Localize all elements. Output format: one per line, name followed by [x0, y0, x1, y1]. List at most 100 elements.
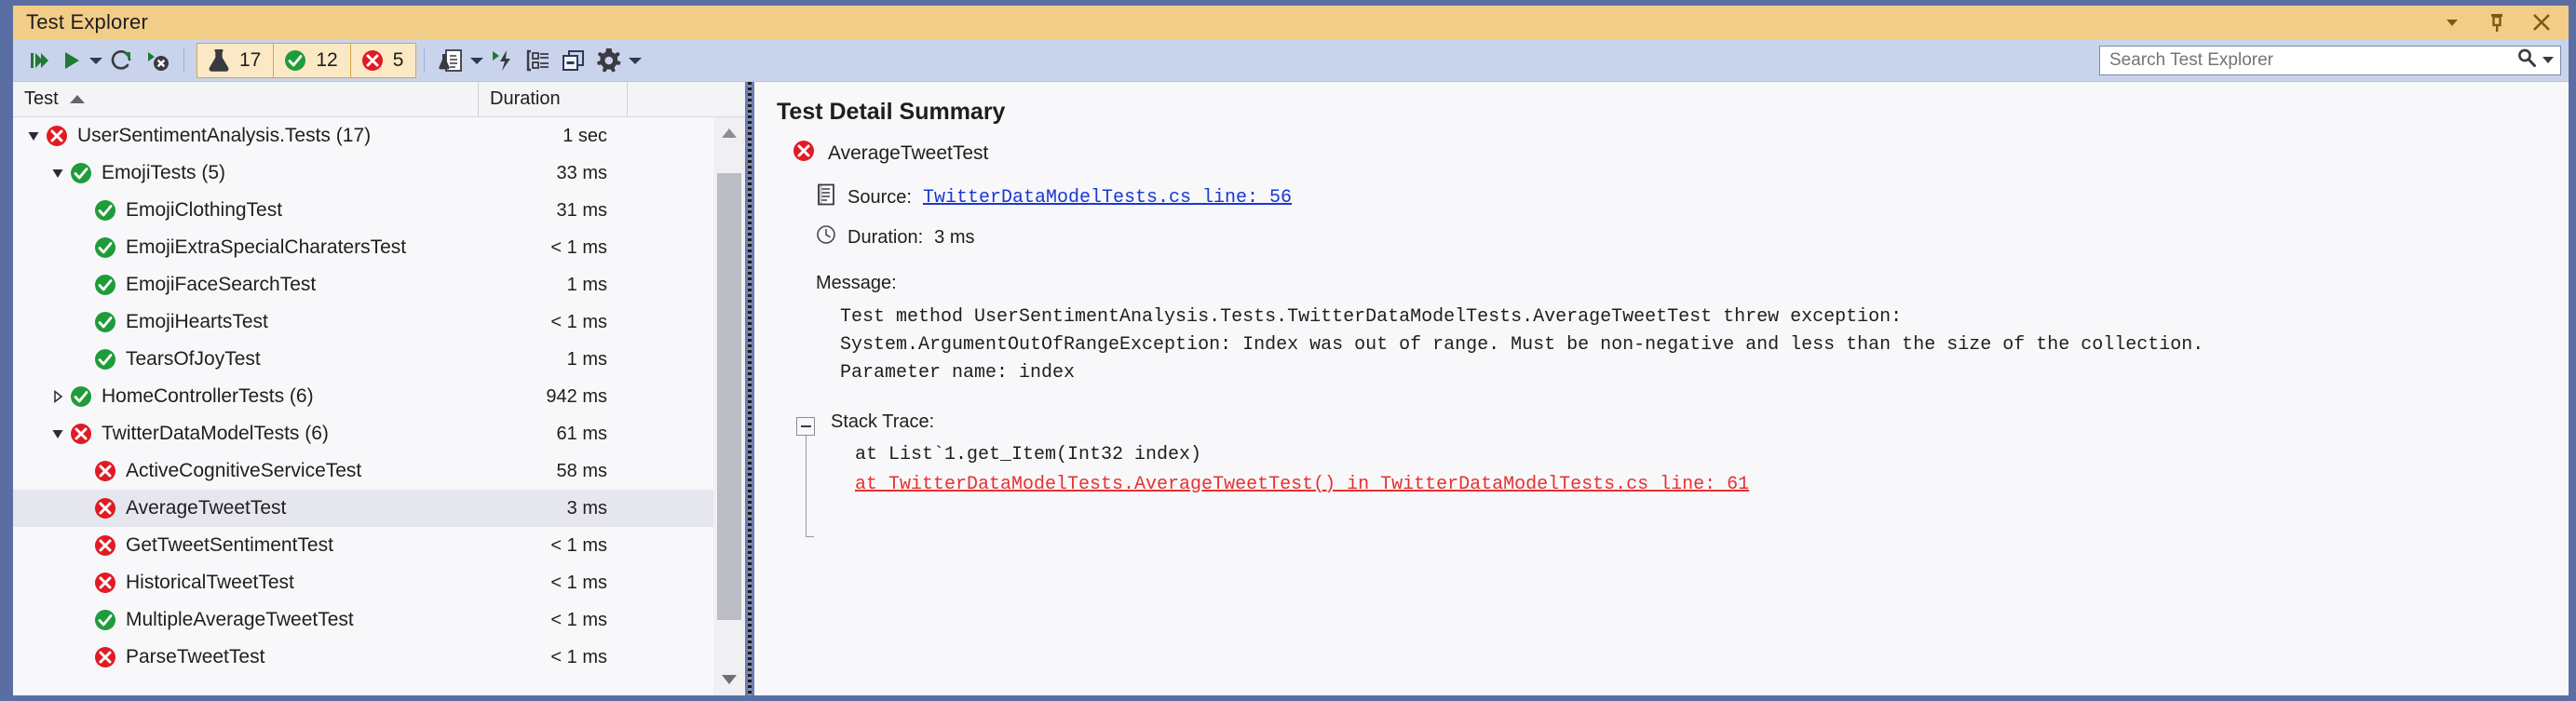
- test-name-label: EmojiTests (5): [102, 162, 226, 183]
- table-row[interactable]: UserSentimentAnalysis.Tests (17) 1 sec: [13, 117, 713, 155]
- table-row[interactable]: EmojiExtraSpecialCharatersTest < 1 ms: [13, 229, 713, 266]
- run-dropdown-chevron-down-icon[interactable]: [88, 43, 104, 78]
- page-title: Test Explorer: [26, 10, 148, 34]
- test-name-cell[interactable]: ParseTweetTest: [13, 645, 479, 669]
- test-name-cell[interactable]: TearsOfJoyTest: [13, 347, 479, 371]
- splitter-grip[interactable]: [748, 82, 752, 695]
- column-header-test[interactable]: Test: [13, 82, 479, 116]
- table-row[interactable]: EmojiFaceSearchTest 1 ms: [13, 266, 713, 303]
- close-icon[interactable]: [2529, 10, 2554, 34]
- table-row[interactable]: ActiveCognitiveServiceTest 58 ms: [13, 452, 713, 490]
- test-duration-cell: < 1 ms: [550, 646, 607, 667]
- table-row[interactable]: TwitterDataModelTests (6) 61 ms: [13, 415, 713, 452]
- detail-duration-row: Duration: 3 ms: [816, 224, 2569, 250]
- search-input[interactable]: [2109, 49, 2516, 71]
- test-name-cell[interactable]: ActiveCognitiveServiceTest: [13, 459, 479, 483]
- chevron-down-icon[interactable]: [2440, 10, 2464, 34]
- collapse-guide-foot: [806, 536, 814, 537]
- test-name-cell[interactable]: UserSentimentAnalysis.Tests (17): [13, 124, 479, 148]
- gear-icon[interactable]: [591, 43, 627, 78]
- table-row[interactable]: MultipleAverageTweetTest < 1 ms: [13, 601, 713, 639]
- stack-collapser[interactable]: [795, 411, 816, 537]
- table-row[interactable]: TearsOfJoyTest 1 ms: [13, 341, 713, 378]
- tree-twisty-expanded-icon[interactable]: [22, 125, 45, 147]
- test-name-cell[interactable]: AverageTweetTest: [13, 496, 479, 520]
- error-circle-icon: [93, 645, 117, 669]
- test-duration-cell: 1 sec: [563, 125, 607, 146]
- test-duration-cell: < 1 ms: [550, 572, 607, 593]
- counter-total[interactable]: 17: [197, 42, 275, 78]
- collapse-minus-icon[interactable]: [796, 417, 815, 436]
- title-bar: Test Explorer: [13, 6, 2569, 39]
- collapse-guide-line: [805, 436, 807, 536]
- test-name-cell[interactable]: HomeControllerTests (6): [13, 384, 479, 409]
- test-list-scrollbar[interactable]: [713, 117, 745, 695]
- test-name-label: UserSentimentAnalysis.Tests (17): [77, 125, 372, 146]
- test-duration-cell: < 1 ms: [550, 609, 607, 630]
- pane-splitter[interactable]: [745, 82, 754, 695]
- stack-content: Stack Trace: at List`1.get_Item(Int32 in…: [831, 411, 1749, 500]
- tree-twisty-expanded-icon[interactable]: [47, 423, 69, 445]
- tree-twisty-collapsed-icon[interactable]: [47, 385, 69, 408]
- search-icon[interactable]: [2516, 47, 2537, 73]
- counter-passed[interactable]: 12: [273, 42, 351, 78]
- test-settings-button[interactable]: [433, 43, 468, 78]
- scrollbar-thumb[interactable]: [717, 173, 741, 620]
- test-name-label: ActiveCognitiveServiceTest: [126, 460, 362, 481]
- column-header-extra[interactable]: [628, 82, 745, 116]
- column-header-duration[interactable]: Duration: [479, 82, 628, 116]
- scroll-down-arrow-icon[interactable]: [713, 664, 745, 695]
- run-button[interactable]: [56, 43, 88, 78]
- search-icon-group: [2516, 47, 2555, 73]
- stack-trace-line[interactable]: at TwitterDataModelTests.AverageTweetTes…: [855, 470, 1749, 500]
- test-duration-cell: 1 ms: [566, 274, 607, 295]
- pin-icon[interactable]: [2485, 10, 2509, 34]
- search-chevron-down-icon[interactable]: [2542, 52, 2555, 69]
- check-circle-icon: [93, 273, 117, 297]
- stack-trace-line: at List`1.get_Item(Int32 index): [855, 444, 1202, 465]
- test-name-cell[interactable]: GetTweetSentimentTest: [13, 533, 479, 558]
- test-name-cell[interactable]: EmojiHeartsTest: [13, 310, 479, 334]
- run-all-tests-button[interactable]: [22, 43, 56, 78]
- test-name-label: EmojiExtraSpecialCharatersTest: [126, 236, 407, 258]
- tree-twisty-expanded-icon[interactable]: [47, 162, 69, 184]
- test-name-cell[interactable]: EmojiExtraSpecialCharatersTest: [13, 236, 479, 260]
- detail-message-lines: Test method UserSentimentAnalysis.Tests.…: [816, 303, 2569, 387]
- table-row[interactable]: AverageTweetTest 3 ms: [13, 490, 713, 527]
- test-name-cell[interactable]: TwitterDataModelTests (6): [13, 422, 479, 446]
- table-row[interactable]: EmojiHeartsTest < 1 ms: [13, 303, 713, 341]
- search-box[interactable]: [2099, 45, 2561, 75]
- test-name-cell[interactable]: EmojiClothingTest: [13, 198, 479, 222]
- toolbar: 17 12 5: [13, 39, 2569, 82]
- test-name-cell[interactable]: MultipleAverageTweetTest: [13, 608, 479, 632]
- detail-title: Test Detail Summary: [777, 99, 1006, 125]
- counter-failed[interactable]: 5: [349, 42, 417, 78]
- test-name-cell[interactable]: EmojiFaceSearchTest: [13, 273, 479, 297]
- options-chevron-down-icon[interactable]: [627, 43, 644, 78]
- test-name-cell[interactable]: HistoricalTweetTest: [13, 571, 479, 595]
- test-duration-cell: 1 ms: [566, 348, 607, 370]
- table-row[interactable]: GetTweetSentimentTest < 1 ms: [13, 527, 713, 564]
- source-file-icon: [816, 183, 836, 211]
- scrollbar-track[interactable]: [713, 149, 745, 664]
- stack-trace-link[interactable]: at TwitterDataModelTests.AverageTweetTes…: [855, 474, 1749, 495]
- table-row[interactable]: HistoricalTweetTest < 1 ms: [13, 564, 713, 601]
- run-failed-tests-button[interactable]: [140, 43, 175, 78]
- table-row[interactable]: HomeControllerTests (6) 942 ms: [13, 378, 713, 415]
- test-name-label: EmojiHeartsTest: [126, 311, 268, 332]
- show-hierarchy-button[interactable]: [556, 43, 591, 78]
- scroll-up-arrow-icon[interactable]: [713, 117, 745, 149]
- table-row[interactable]: ParseTweetTest < 1 ms: [13, 639, 713, 676]
- repeat-last-run-button[interactable]: [104, 43, 140, 78]
- error-circle-icon: [93, 496, 117, 520]
- table-row[interactable]: EmojiTests (5) 33 ms: [13, 155, 713, 192]
- detail-source-link[interactable]: TwitterDataModelTests.cs line: 56: [923, 187, 1292, 209]
- group-by-button[interactable]: [521, 43, 556, 78]
- test-name-cell[interactable]: EmojiTests (5): [13, 161, 479, 185]
- analyze-impact-button[interactable]: [485, 43, 521, 78]
- test-settings-chevron-down-icon[interactable]: [468, 43, 485, 78]
- counter-failed-value: 5: [392, 48, 404, 71]
- table-row[interactable]: EmojiClothingTest 31 ms: [13, 192, 713, 229]
- test-duration-cell: < 1 ms: [550, 236, 607, 258]
- counter-total-value: 17: [239, 48, 262, 71]
